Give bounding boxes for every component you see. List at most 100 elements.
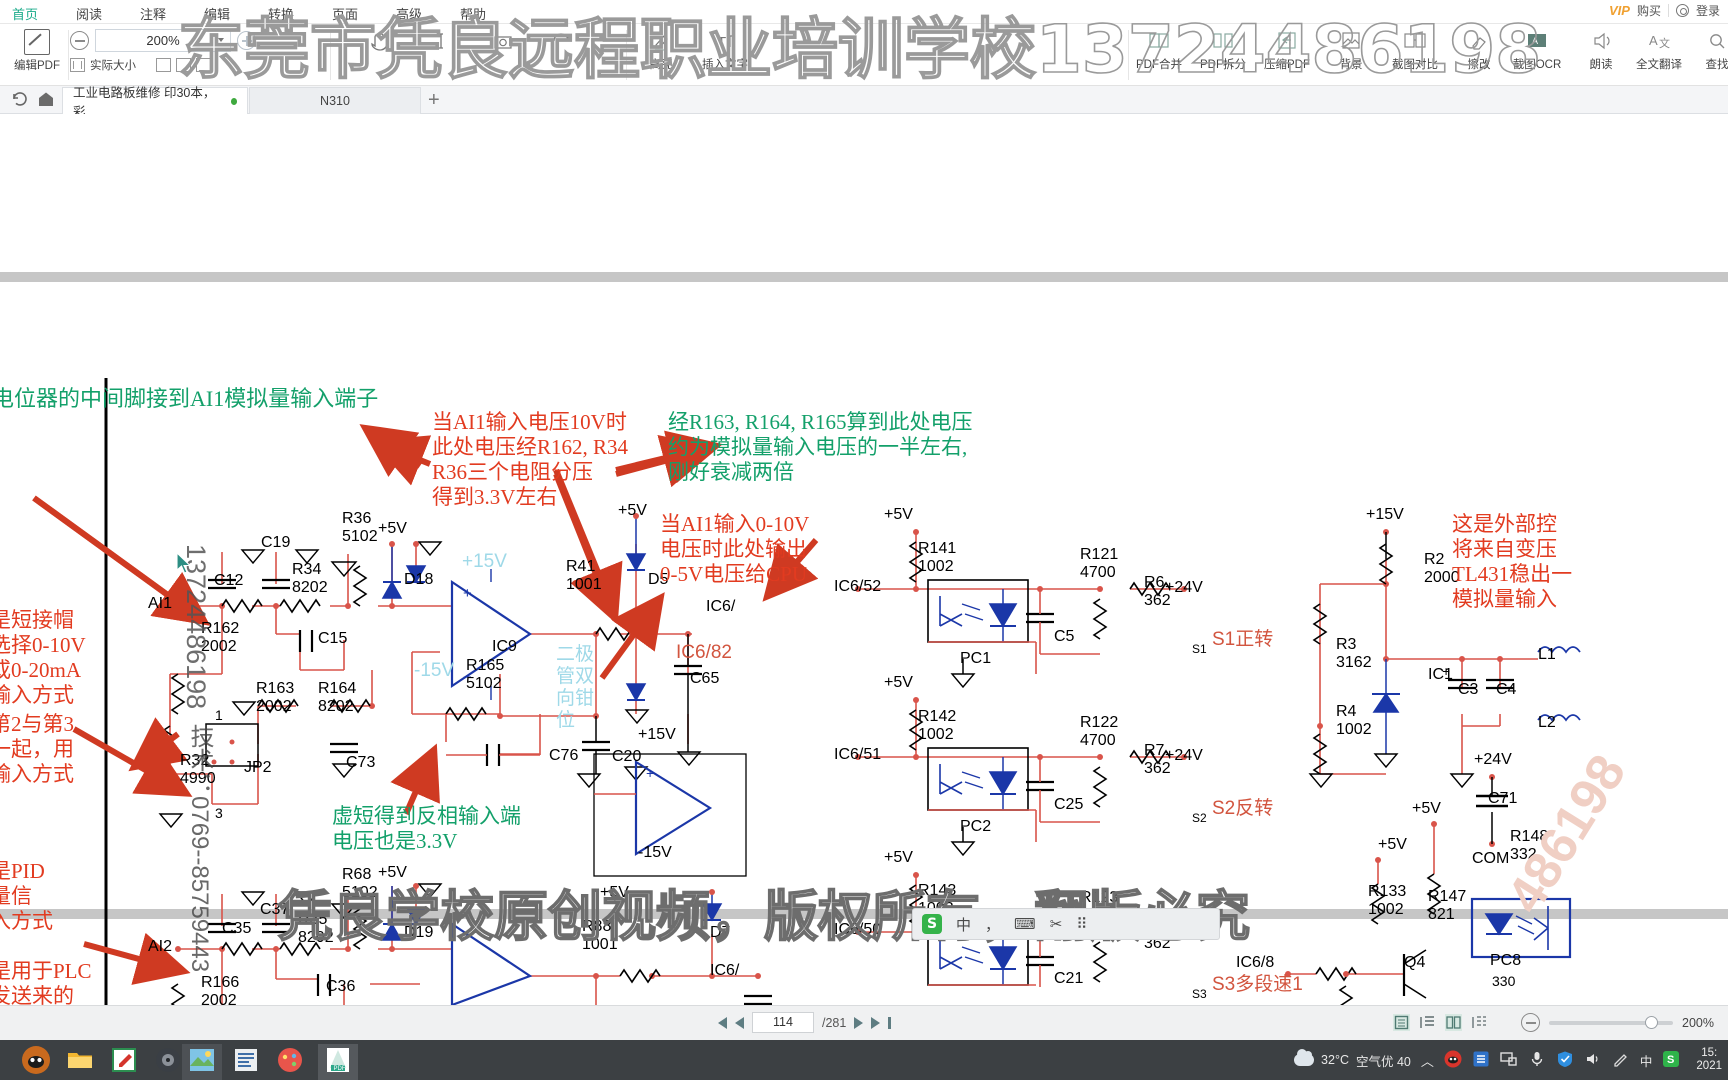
ime-screenshot-icon[interactable]: ✂ [1050,915,1063,933]
ime-lang-icon[interactable]: 中 [956,914,971,935]
tool-background-label: 背景 [1339,59,1363,71]
hand-icon [350,28,408,56]
fit-page-icon[interactable] [156,58,171,72]
annotation-top-green: 电位器的中间脚接到AI1模拟量输入端子 [0,386,379,411]
menu-item-page[interactable]: 页面 [326,2,364,25]
tray-app-red-icon[interactable] [1444,1050,1462,1071]
tool-compress-pdf[interactable]: 压缩PDF [1258,28,1316,72]
new-tab-button[interactable]: + [428,90,440,110]
last-page-bar-icon[interactable] [888,1016,892,1029]
taskbar-clock[interactable]: 15: 2021 [1690,1047,1722,1073]
view-single-page-icon[interactable] [1393,1014,1410,1031]
tray-sogou-icon[interactable]: S [1662,1050,1680,1071]
taskbar-pdf-reader-icon[interactable]: PDF [324,1046,352,1074]
taskbar-notes-icon[interactable] [110,1046,138,1074]
pdf-page-viewport[interactable]: + − + + + AI1 AI2 IC6/52 IC6/51 IC6/50 I… [0,114,1728,1005]
view-two-page-icon[interactable] [1445,1014,1462,1031]
first-page-icon[interactable] [718,1016,727,1029]
sogou-logo-icon[interactable]: S [922,914,942,934]
actual-size-label[interactable]: 实际大小 [90,57,136,73]
zoom-level-input[interactable]: 200% [95,29,231,52]
tool-compare[interactable]: 截图对比 [1386,28,1444,72]
ime-punct-icon[interactable]: ， [985,914,1000,935]
menu-item-edit[interactable]: 编辑 [198,2,236,25]
tray-shield-icon[interactable] [1556,1050,1574,1071]
ime-toolbox-icon[interactable]: ⠿ [1076,915,1087,933]
zoom-in-button[interactable] [237,31,256,50]
menu-item-comment[interactable]: 注释 [134,2,172,25]
component-C35: C35 [222,920,252,937]
next-page-icon[interactable] [854,1016,864,1029]
tool-read-aloud[interactable]: 朗读 [1572,28,1630,72]
split-icon [1194,28,1252,56]
taskbar-media-icon[interactable] [154,1046,182,1074]
tool-erase[interactable]: 擦改 [1450,28,1508,72]
tray-volume-icon[interactable] [1584,1050,1602,1071]
component-R147-value: 821 [1428,906,1455,923]
tool-select-text[interactable] [412,28,470,59]
ime-keyboard-icon[interactable]: ⌨ [1014,915,1036,933]
net-label-ic68: IC6/8 [1236,954,1275,971]
taskbar-painter-icon[interactable] [276,1046,304,1074]
document-tab-active[interactable]: 工业电路板维修 印30本，彩... [62,86,248,119]
component-R6: R6 [1144,574,1165,591]
prev-page-icon[interactable] [735,1016,744,1029]
tray-pen-icon[interactable] [1612,1050,1630,1071]
menu-item-advanced[interactable]: 高级 [390,2,428,25]
taskbar-file-explorer-icon[interactable] [66,1046,94,1074]
last-page-icon[interactable] [871,1016,881,1029]
edit-pdf-button[interactable]: 编辑PDF [8,27,66,83]
taskbar-editor-icon[interactable] [232,1046,260,1074]
buy-button[interactable]: 购买 [1637,2,1661,19]
home-icon[interactable] [36,89,56,114]
menu-item-help[interactable]: 帮助 [454,2,492,25]
taskbar-browser-icon[interactable] [22,1046,50,1074]
component-R34-value: 8202 [292,579,328,596]
supply-label: +15V [1366,506,1404,523]
view-two-page-continuous-icon[interactable] [1471,1014,1488,1031]
highlight-icon [632,28,690,56]
tray-expand-icon[interactable]: ︿ [1421,1051,1434,1070]
tool-merge-pdf[interactable]: PDF合并 [1130,28,1188,72]
tray-network-icon[interactable] [1500,1050,1518,1071]
fit-visible-icon[interactable] [196,58,211,72]
tool-rotate[interactable] [532,28,590,59]
tool-find[interactable]: 查找 [1688,28,1728,72]
document-tab-n310[interactable]: N310 [249,87,421,114]
component-R41: R41 [566,558,596,575]
tool-split-pdf[interactable]: PDF拆分 [1194,28,1252,72]
tray-microphone-icon[interactable] [1528,1050,1546,1071]
login-button[interactable]: 登录 [1696,2,1720,19]
search-icon [1688,28,1728,56]
view-continuous-icon[interactable] [1419,1014,1436,1031]
tool-translate[interactable]: A文 全文翻译 [1630,28,1688,72]
zoom-slider[interactable] [1549,1015,1674,1029]
taskbar-paint-icon[interactable] [188,1046,216,1074]
zoom-out-button[interactable] [70,31,89,50]
net-label-s1: S1 [1192,642,1207,656]
menu-item-convert[interactable]: 转换 [262,2,300,25]
menu-item-read[interactable]: 阅读 [70,2,108,25]
tray-app-blue-icon[interactable] [1472,1050,1490,1071]
weather-air-quality: 空气优 40 [1355,1054,1411,1069]
component-C76: C76 [549,747,579,764]
fit-width-icon[interactable] [176,58,191,72]
zoom-slider-handle[interactable] [1645,1015,1659,1029]
weather-widget[interactable]: 32°C 空气优 40 [1294,1049,1411,1070]
tray-ime-lang[interactable]: 中 [1640,1051,1653,1070]
menu-item-home[interactable]: 首页 [6,2,44,28]
tool-snapshot[interactable] [474,28,532,59]
refresh-icon[interactable] [10,89,30,114]
tool-background[interactable]: 背景 [1322,28,1380,72]
page-number-input[interactable]: 114 [752,1012,814,1033]
tool-hand[interactable] [350,28,408,59]
chevron-down-icon[interactable] [218,38,224,42]
tool-insert-text[interactable]: T 插入文字 [696,28,754,72]
actual-size-icon[interactable] [70,58,85,72]
tool-ocr[interactable]: A 截图OCR [1508,28,1566,72]
modified-dot-icon [230,97,237,105]
camera-icon [474,28,532,56]
tool-highlight[interactable]: 高亮 [632,28,690,72]
status-zoom-out-button[interactable] [1521,1013,1541,1032]
sogou-ime-bar[interactable]: S 中 ， ⌨ ✂ ⠿ [912,908,1220,940]
